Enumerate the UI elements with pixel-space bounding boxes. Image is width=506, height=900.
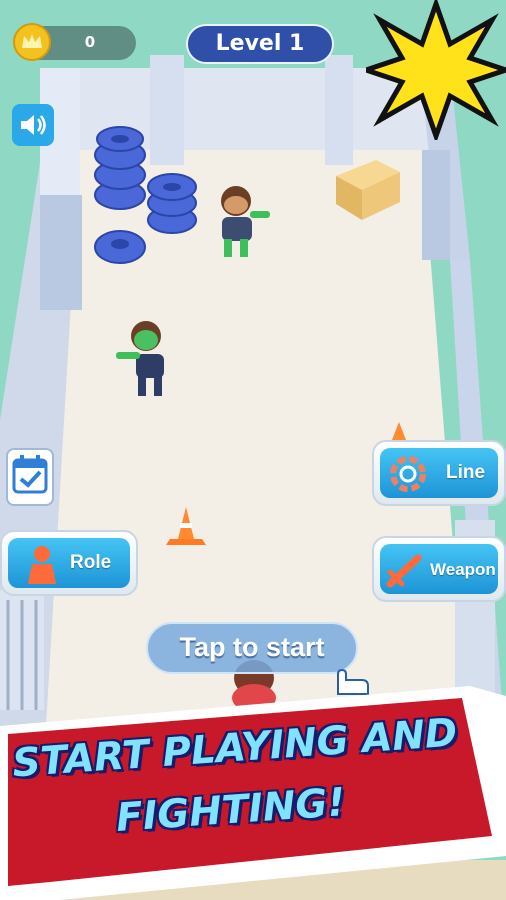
zombie-enemy — [116, 321, 164, 396]
sword-icon — [386, 554, 422, 588]
zombie-enemy — [221, 186, 270, 257]
role-button[interactable]: Role — [0, 530, 138, 596]
role-label: Role — [70, 552, 112, 573]
sound-toggle-button[interactable] — [12, 104, 54, 146]
tap-to-start-button[interactable]: Tap to start — [146, 622, 358, 674]
tire-stack — [94, 126, 197, 264]
line-button[interactable]: Line — [372, 440, 506, 506]
calendar-check-icon — [12, 455, 48, 494]
weapon-label: Weapon — [430, 560, 496, 579]
crown-coin-icon — [13, 23, 51, 61]
starburst-decoration — [366, 0, 506, 140]
traffic-cone — [166, 507, 206, 545]
level-indicator: Level 1 — [186, 24, 334, 64]
daily-reward-button[interactable] — [6, 448, 54, 506]
speaker-icon — [21, 115, 46, 135]
weapon-button[interactable]: Weapon — [372, 536, 506, 602]
game-scene[interactable]: 0 Level 1 Line Role Weapon Tap to start … — [0, 0, 506, 900]
line-label: Line — [446, 462, 486, 483]
person-icon — [28, 546, 56, 584]
cardboard-box — [336, 160, 400, 220]
coin-value: 0 — [84, 33, 96, 51]
rope-coil-icon — [390, 456, 426, 492]
